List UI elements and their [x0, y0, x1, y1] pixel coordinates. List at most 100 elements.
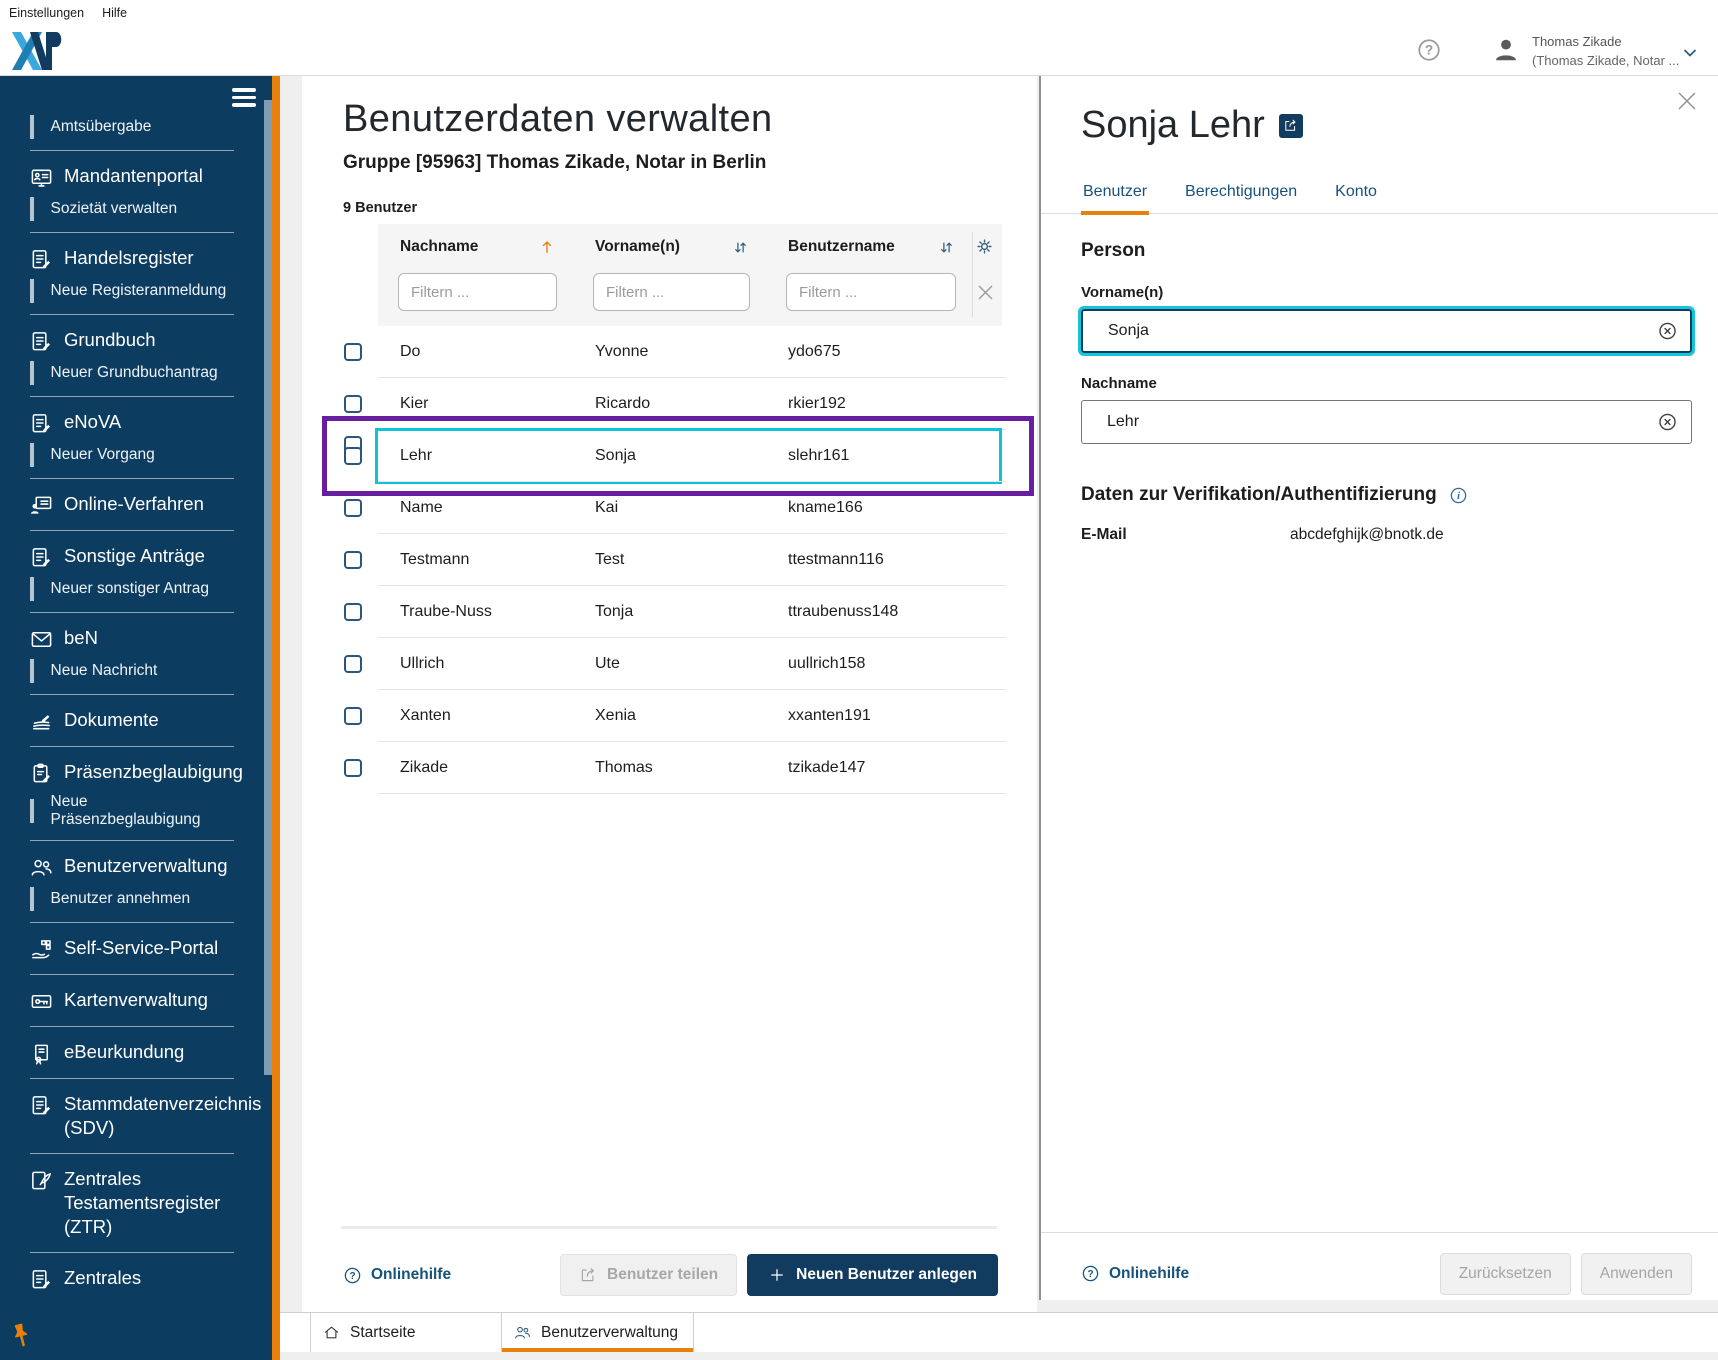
sidebar-item-benutzerverwaltung[interactable]: Benutzerverwaltung: [30, 849, 234, 884]
quill-document-icon: [30, 1169, 53, 1192]
tab-konto[interactable]: Konto: [1333, 183, 1379, 213]
column-header-benutzername[interactable]: Benutzername: [788, 238, 895, 256]
sort-icon[interactable]: [937, 238, 956, 257]
question-circle-icon: [343, 1266, 362, 1285]
row-checkbox[interactable]: [344, 655, 362, 673]
sidebar-item-online-verfahren[interactable]: Online-Verfahren: [30, 487, 234, 522]
online-help-link[interactable]: Onlinehilfe: [343, 1266, 451, 1285]
open-external-icon[interactable]: [1278, 113, 1303, 138]
sidebar-item-sonstige-antraege[interactable]: Sonstige Anträge: [30, 539, 234, 574]
avatar[interactable]: [1492, 36, 1520, 64]
home-icon: [323, 1324, 340, 1341]
user-org: (Thomas Zikade, Notar ...: [1532, 52, 1680, 68]
taskbar: Startseite Benutzerverwaltung: [280, 1312, 1718, 1352]
sidebar-item-self-service-portal[interactable]: Self-Service-Portal: [30, 931, 234, 966]
document-edit-icon: [30, 546, 53, 569]
tab-benutzerverwaltung[interactable]: Benutzerverwaltung: [502, 1313, 694, 1352]
filter-nachname-input[interactable]: [398, 273, 557, 311]
user-count: 9 Benutzer: [343, 200, 418, 216]
table-row[interactable]: Ullrich Ute uullrich158: [311, 638, 1006, 690]
sidebar-item-zentrales[interactable]: Zentrales: [30, 1261, 234, 1296]
card-key-icon: [30, 990, 53, 1013]
share-user-button[interactable]: Benutzer teilen: [560, 1254, 738, 1296]
clear-input-icon[interactable]: [1657, 321, 1678, 342]
sidebar-item-mandantenportal[interactable]: Mandantenportal: [30, 159, 234, 194]
sidebar-subitem-neue-praesenzbeglaubigung[interactable]: Neue Präsenzbeglaubigung: [30, 790, 234, 832]
user-table: Nachname Vorname(n) Benutzername DoYvonn…: [311, 224, 1034, 794]
sidebar-item-ebeurkundung[interactable]: eBeurkundung: [30, 1035, 234, 1070]
nachname-input[interactable]: [1081, 400, 1692, 444]
row-checkbox[interactable]: [344, 447, 362, 465]
table-row[interactable]: Xanten Xenia xxanten191: [311, 690, 1006, 742]
row-checkbox[interactable]: [344, 603, 362, 621]
sidebar-subitem-neue-nachricht[interactable]: Neue Nachricht: [30, 656, 234, 686]
table-row[interactable]: Zikade Thomas tzikade147: [311, 742, 1006, 794]
document-edit-icon: [30, 412, 53, 435]
sidebar-subitem-neue-registeranmeldung[interactable]: Neue Registeranmeldung: [30, 276, 234, 306]
tab-berechtigungen[interactable]: Berechtigungen: [1183, 183, 1299, 213]
sidebar-subitem-neuer-vorgang[interactable]: Neuer Vorgang: [30, 440, 234, 470]
tab-benutzer[interactable]: Benutzer: [1081, 183, 1150, 215]
sidebar-item-kartenverwaltung[interactable]: Kartenverwaltung: [30, 983, 234, 1018]
sidebar-item-handelsregister[interactable]: Handelsregister: [30, 241, 234, 276]
table-row[interactable]: Testmann Test ttestmann116: [311, 534, 1006, 586]
row-checkbox[interactable]: [344, 707, 362, 725]
filter-vorname-input[interactable]: [593, 273, 750, 311]
sidebar-item-praesenzbeglaubigung[interactable]: Präsenzbeglaubigung: [30, 755, 243, 790]
clear-input-icon[interactable]: [1657, 412, 1678, 433]
menu-bar: Einstellungen Hilfe: [0, 0, 1718, 26]
vorname-input[interactable]: [1078, 306, 1695, 356]
reset-button[interactable]: Zurücksetzen: [1439, 1252, 1571, 1295]
table-row-selected[interactable]: Lehr Sonja slehr161: [311, 416, 1034, 496]
sidebar-item-stammdatenverzeichnis[interactable]: Stammdatenverzeichnis (SDV): [30, 1087, 261, 1145]
sort-ascending-icon[interactable]: [537, 237, 557, 257]
close-icon[interactable]: [1674, 88, 1700, 114]
hamburger-menu-icon[interactable]: [232, 88, 256, 111]
sidebar-subitem-neuer-grundbuchantrag[interactable]: Neuer Grundbuchantrag: [30, 358, 234, 388]
sidebar-subitem-amtsuebergabe[interactable]: Amtsübergabe: [30, 112, 234, 142]
sidebar-item-dokumente[interactable]: Dokumente: [30, 703, 234, 738]
row-checkbox[interactable]: [344, 395, 362, 413]
question-circle-icon: [1081, 1264, 1100, 1283]
table-row[interactable]: Kier Ricardo rkier192: [311, 378, 1006, 430]
sidebar-item-zentrales-testamentsregister[interactable]: Zentrales Testamentsregister (ZTR): [30, 1162, 234, 1244]
monitor-person-icon: [30, 494, 53, 517]
sidebar-accent-rail: [272, 76, 280, 1360]
create-user-button[interactable]: Neuen Benutzer anlegen: [747, 1254, 998, 1296]
tab-startseite[interactable]: Startseite: [310, 1313, 502, 1352]
sidebar-item-grundbuch[interactable]: Grundbuch: [30, 323, 234, 358]
sidebar-subitem-benutzer-annehmen[interactable]: Benutzer annehmen: [30, 884, 234, 914]
horizontal-scrollbar[interactable]: [341, 1226, 997, 1229]
table-row[interactable]: Name Kai kname166: [311, 482, 1006, 534]
main-content: Benutzerdaten verwalten Gruppe [95963] T…: [302, 76, 1037, 1312]
sidebar-scrollbar[interactable]: [264, 76, 272, 1360]
chevron-down-icon[interactable]: [1680, 43, 1700, 63]
help-icon[interactable]: [1416, 37, 1442, 63]
clipboard-edit-icon: [30, 762, 53, 785]
sidebar-subitem-neuer-sonstiger-antrag[interactable]: Neuer sonstiger Antrag: [30, 574, 234, 604]
info-icon[interactable]: [1449, 486, 1468, 505]
gear-icon[interactable]: [974, 236, 995, 257]
user-menu[interactable]: Thomas Zikade (Thomas Zikade, Notar ...: [1532, 33, 1679, 71]
row-checkbox[interactable]: [344, 759, 362, 777]
online-help-link[interactable]: Onlinehilfe: [1081, 1264, 1189, 1283]
table-row[interactable]: Traube-Nuss Tonja ttraubenuss148: [311, 586, 1006, 638]
clear-filters-icon[interactable]: [975, 282, 996, 303]
column-header-nachname[interactable]: Nachname: [400, 238, 478, 256]
table-row[interactable]: Do Yvonne ydo675: [311, 326, 1006, 378]
menu-hilfe[interactable]: Hilfe: [102, 6, 127, 20]
row-checkbox[interactable]: [344, 551, 362, 569]
column-header-vorname[interactable]: Vorname(n): [595, 238, 680, 256]
row-checkbox[interactable]: [344, 499, 362, 517]
filter-benutzername-input[interactable]: [786, 273, 956, 311]
row-checkbox[interactable]: [344, 343, 362, 361]
sort-icon[interactable]: [731, 238, 750, 257]
menu-einstellungen[interactable]: Einstellungen: [9, 6, 84, 20]
scrollbar-thumb[interactable]: [264, 100, 272, 1075]
hand-boxes-icon: [30, 938, 53, 961]
sidebar-item-ben[interactable]: beN: [30, 621, 234, 656]
apply-button[interactable]: Anwenden: [1580, 1252, 1692, 1295]
sidebar-subitem-sozietaet-verwalten[interactable]: Sozietät verwalten: [30, 194, 234, 224]
sidebar-item-enova[interactable]: eNoVA: [30, 405, 234, 440]
email-label: E-Mail: [1081, 526, 1127, 543]
